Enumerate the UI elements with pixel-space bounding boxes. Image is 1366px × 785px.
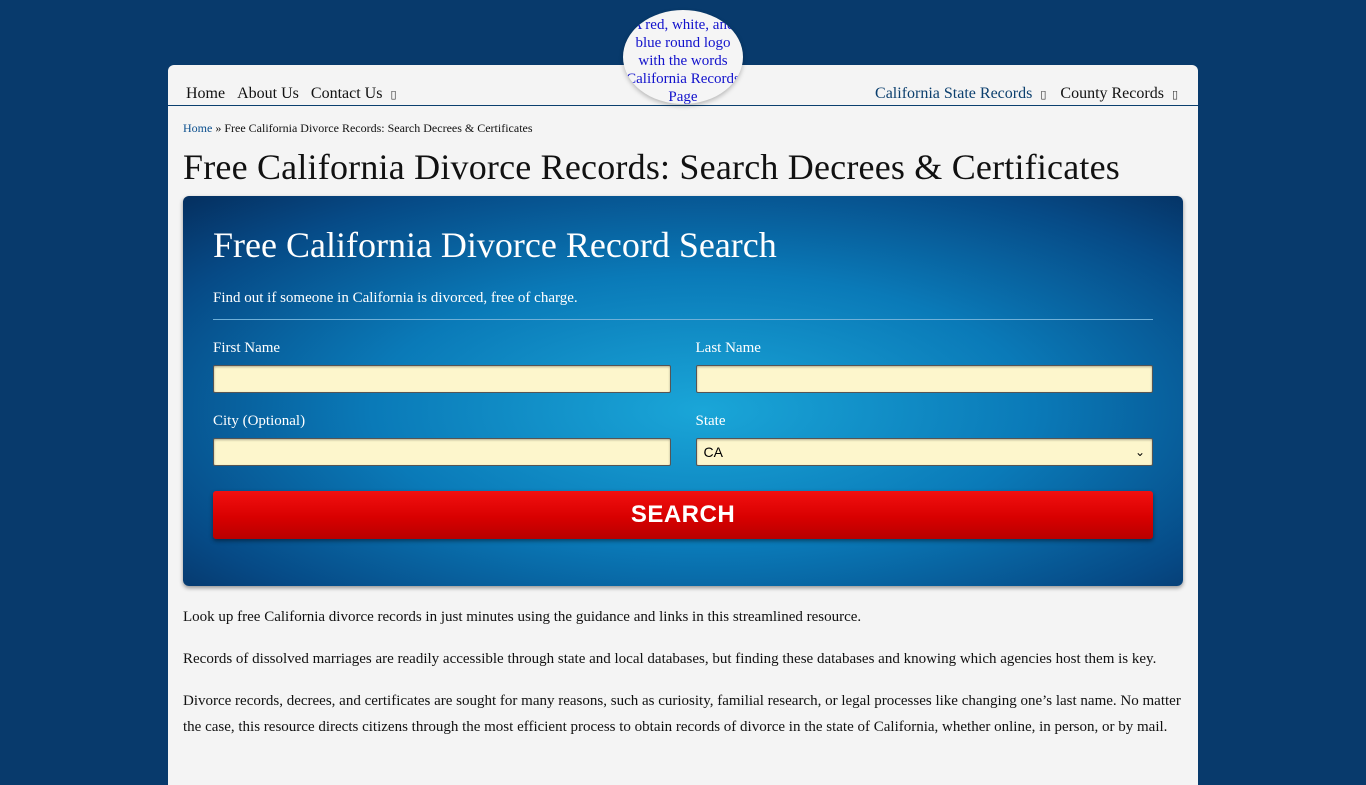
paragraph: Look up free California divorce records …	[183, 609, 862, 625]
main-content: Home » Free California Divorce Records: …	[168, 121, 1198, 740]
breadcrumb: Home » Free California Divorce Records: …	[183, 121, 1183, 136]
search-subtitle: Find out if someone in California is div…	[213, 290, 1153, 320]
location-row: City (Optional) State CA ⌄	[213, 413, 1153, 466]
paragraph: Records of dissolved marriages are readi…	[183, 651, 1157, 667]
last-name-label: Last Name	[695, 340, 761, 356]
paragraph: Divorce records, decrees, and certificat…	[183, 693, 1181, 735]
nav-state-records-label: California State Records	[875, 85, 1033, 102]
nav-about-label: About Us	[237, 85, 299, 102]
state-selected-value: CA	[703, 444, 723, 460]
state-label: State	[695, 413, 726, 429]
first-name-label: First Name	[213, 340, 281, 356]
dropdown-icon[interactable]: ▯	[1172, 88, 1178, 101]
logo-alt-text: A red, white, and blue round logo with t…	[626, 17, 740, 104]
nav-county-records-label: County Records	[1060, 85, 1164, 102]
dropdown-icon[interactable]: ▯	[1040, 88, 1046, 101]
page-container: Home About Us Contact Us ▯ California Sta…	[168, 65, 1198, 785]
nav-right: California State Records ▯ County Records…	[875, 85, 1178, 103]
first-name-input[interactable]	[213, 365, 671, 393]
nav-home-label: Home	[186, 85, 226, 102]
nav-contact-us[interactable]: Contact Us ▯	[311, 85, 397, 103]
first-name-group: First Name	[213, 340, 671, 393]
city-input[interactable]	[213, 438, 671, 466]
state-group: State CA ⌄	[695, 413, 1153, 466]
nav-left: Home About Us Contact Us ▯	[186, 85, 397, 103]
city-label: City (Optional)	[213, 413, 306, 429]
city-group: City (Optional)	[213, 413, 671, 466]
article-body: Look up free California divorce records …	[183, 604, 1183, 740]
nav-california-state-records[interactable]: California State Records ▯	[875, 85, 1046, 103]
name-row: First Name Last Name	[213, 340, 1153, 393]
breadcrumb-current: Free California Divorce Records: Search …	[224, 121, 533, 135]
divorce-search-form: Free California Divorce Record Search Fi…	[183, 196, 1183, 586]
search-title: Free California Divorce Record Search	[213, 225, 777, 265]
nav-county-records[interactable]: County Records ▯	[1060, 85, 1178, 103]
nav-about-us[interactable]: About Us	[237, 85, 299, 103]
breadcrumb-separator: »	[215, 121, 222, 135]
last-name-input[interactable]	[695, 365, 1153, 393]
nav-home[interactable]: Home	[186, 85, 225, 103]
breadcrumb-home-link[interactable]: Home	[183, 121, 212, 135]
chevron-down-icon: ⌄	[1134, 445, 1145, 459]
nav-contact-label: Contact Us	[310, 85, 383, 102]
search-button[interactable]: SEARCH	[213, 491, 1153, 539]
last-name-group: Last Name	[695, 340, 1153, 393]
site-logo[interactable]: A red, white, and blue round logo with t…	[623, 10, 743, 104]
state-select[interactable]: CA ⌄	[695, 438, 1153, 466]
dropdown-icon[interactable]: ▯	[390, 88, 396, 101]
page-title: Free California Divorce Records: Search …	[183, 147, 1121, 187]
